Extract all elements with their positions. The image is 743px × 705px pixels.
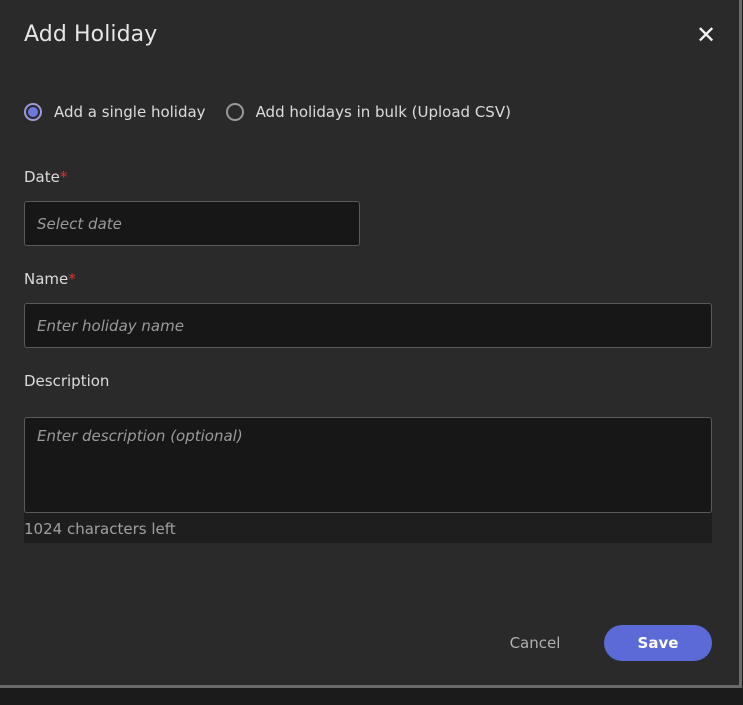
save-button[interactable]: Save — [604, 625, 712, 661]
required-marker: * — [59, 168, 68, 186]
description-placeholder: Enter description (optional) — [37, 427, 243, 445]
date-label-text: Date — [24, 168, 60, 186]
description-label: Description — [24, 372, 110, 390]
name-label-text: Name — [24, 270, 69, 288]
date-input[interactable]: Select date — [24, 201, 360, 246]
name-input-placeholder: Enter holiday name — [37, 316, 184, 335]
radio-option-bulk[interactable]: Add holidays in bulk (Upload CSV) — [225, 103, 511, 121]
background-underlay — [0, 688, 743, 705]
name-input[interactable]: Enter holiday name — [24, 303, 712, 348]
add-holiday-dialog: Add Holiday ✕ Add a single holiday Add h… — [0, 0, 742, 688]
characters-left-counter: 1024 characters left — [24, 513, 712, 543]
radio-label-single: Add a single holiday — [54, 103, 206, 121]
mode-radio-group: Add a single holiday Add holidays in bul… — [24, 103, 531, 121]
radio-button-selected-icon[interactable] — [24, 103, 42, 121]
required-marker: * — [68, 270, 76, 288]
radio-button-unselected-icon[interactable] — [225, 103, 244, 121]
name-label: Name* — [24, 270, 76, 288]
radio-option-single[interactable]: Add a single holiday — [24, 103, 206, 121]
close-icon[interactable]: ✕ — [695, 23, 717, 47]
radio-label-bulk: Add holidays in bulk (Upload CSV) — [255, 103, 511, 121]
date-input-placeholder: Select date — [37, 214, 122, 233]
description-textarea[interactable]: Enter description (optional) — [24, 417, 712, 513]
dialog-title: Add Holiday — [24, 22, 158, 47]
cancel-button[interactable]: Cancel — [498, 625, 572, 661]
date-label: Date* — [24, 168, 67, 186]
